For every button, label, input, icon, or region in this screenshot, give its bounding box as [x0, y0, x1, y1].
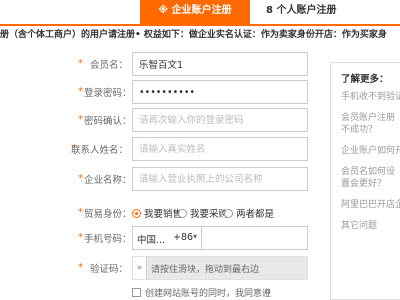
- contact-name-input[interactable]: [132, 137, 308, 161]
- required-star: *: [78, 58, 83, 69]
- tab-enterprise[interactable]: ※ 企业账户注册: [140, 0, 250, 26]
- required-star: *: [78, 114, 83, 125]
- chevron-down-icon[interactable]: ▾: [193, 232, 197, 241]
- slider-hint: 请按住滑块，拖动到最右边: [151, 265, 260, 275]
- phone-label: 手机号码：: [84, 234, 132, 245]
- radio-option-label: 我要采购: [190, 209, 229, 220]
- required-star: *: [78, 232, 83, 243]
- radio-icon: [224, 208, 233, 218]
- captcha-label: 验证码：: [89, 264, 128, 275]
- member-name-input[interactable]: [132, 52, 308, 76]
- confirm-password-input[interactable]: [132, 108, 308, 132]
- captcha-slider: » 请按住滑块，拖动到最右边: [132, 256, 308, 280]
- sidebar-link[interactable]: 阿里巴巴开店企业认证: [341, 199, 400, 211]
- password-input[interactable]: [132, 80, 308, 104]
- slider-handle[interactable]: »: [133, 257, 147, 279]
- help-sidebar: 了解更多： 手机收不到验证码 会员账户注册不成功？ 企业账户如何开店 会员名如何…: [330, 62, 400, 300]
- phone-divider: [201, 227, 202, 249]
- required-star: *: [78, 86, 83, 97]
- sidebar-link[interactable]: 会员名如何设置会更好？: [341, 166, 400, 190]
- radio-option-sell[interactable]: 我要销售: [132, 206, 182, 220]
- agree-checkbox[interactable]: [132, 288, 141, 297]
- company-name-label: 企业名称：: [84, 175, 132, 186]
- confirm-password-label: 密码确认：: [84, 116, 132, 127]
- radio-option-label: 两者都是: [236, 209, 275, 220]
- contact-name-label: 联系人姓名：: [70, 145, 128, 156]
- sidebar-link[interactable]: 企业账户如何开店: [341, 145, 400, 157]
- required-star: *: [78, 262, 83, 273]
- required-star: *: [78, 173, 83, 184]
- radio-option-both[interactable]: 两者都是: [224, 206, 274, 220]
- password-row: * 登录密码：: [0, 80, 330, 104]
- sidebar-link[interactable]: 手机收不到验证码: [341, 91, 400, 103]
- required-star: *: [78, 207, 83, 218]
- password-label: 登录密码：: [84, 88, 132, 99]
- sidebar-title: 了解更多：: [341, 74, 389, 85]
- trade-identity-row: * 贸易身份： 我要销售 我要采购 两者都是: [0, 201, 330, 225]
- registration-tabs: ※ 企业账户注册 8 个人账户注册: [0, 0, 400, 26]
- radio-selected-icon: [132, 208, 141, 218]
- phone-row: * 手机号码： 中国... +86 ▾: [0, 226, 330, 250]
- benefits-notice: 册（含个体工商户）的用户请注册• 权益如下：做企业实名认证：作为卖家身份开店：作…: [0, 30, 387, 40]
- company-name-input[interactable]: [132, 167, 308, 191]
- radio-option-label: 我要销售: [144, 209, 183, 220]
- agreement-row: 创建网站账号的同时，我同意遵: [0, 286, 330, 300]
- tab-personal[interactable]: 8 个人账户注册: [256, 0, 346, 26]
- confirm-password-row: * 密码确认：: [0, 108, 330, 132]
- sidebar-link[interactable]: 会员账户注册不成功？: [341, 112, 400, 136]
- member-name-label: 会员名：: [89, 60, 128, 71]
- captcha-row: * 验证码： » 请按住滑块，拖动到最右边: [0, 256, 330, 280]
- company-name-row: * 企业名称：: [0, 167, 330, 191]
- agree-text: 创建网站账号的同时，我同意遵: [145, 289, 272, 299]
- radio-option-buy[interactable]: 我要采购: [178, 206, 228, 220]
- contact-name-row: * 联系人姓名：: [0, 137, 330, 161]
- member-name-row: * 会员名：: [0, 52, 330, 76]
- trade-identity-label: 贸易身份：: [84, 209, 132, 220]
- radio-icon: [178, 208, 187, 218]
- sidebar-link[interactable]: 其它问题: [341, 220, 400, 232]
- country-code: +86: [173, 232, 194, 243]
- phone-field: 中国... +86 ▾: [132, 226, 308, 250]
- country-select[interactable]: 中国...: [137, 232, 165, 246]
